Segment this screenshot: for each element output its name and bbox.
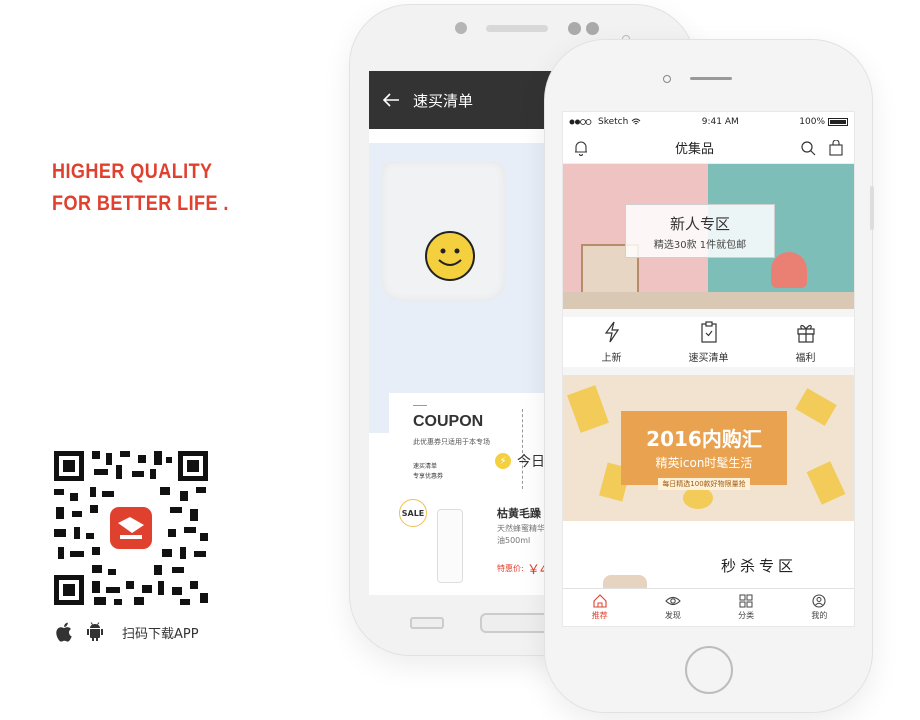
android-icon[interactable] xyxy=(86,622,104,642)
speaker-grille xyxy=(486,25,548,32)
grid-icon xyxy=(739,594,753,608)
back-phone-screen: 速买清单 COUPON 此优惠券只适用于本专场 速买清单 专享优惠券 ⚡ 今日特 xyxy=(369,71,559,595)
smiley-icon xyxy=(425,231,475,281)
signal-icon xyxy=(569,119,592,125)
wifi-icon xyxy=(631,118,641,125)
camera-dot xyxy=(663,75,671,83)
speaker-grille xyxy=(690,77,732,80)
sensor-dot xyxy=(586,22,599,35)
tab-label: 推荐 xyxy=(591,611,608,620)
product-desc: 天然蜂蜜精华 xyxy=(497,524,545,533)
tab-recommend[interactable]: 推荐 xyxy=(570,594,630,621)
shortcut-label: 速买清单 xyxy=(688,352,729,364)
battery-percent: 100% xyxy=(799,117,825,127)
promo-hero: COUPON 此优惠券只适用于本专场 速买清单 专享优惠券 xyxy=(369,143,559,503)
shortcut-label: 上新 xyxy=(601,352,622,364)
banner-title: 新人专区 xyxy=(669,215,730,233)
back-header: 速买清单 xyxy=(369,71,559,129)
shortcut-label: 福利 xyxy=(795,352,816,364)
front-phone-screen: Sketch 9:41 AM 100% 优集品 新人专区 精选30款 1件就包邮… xyxy=(562,111,855,627)
status-time: 9:41 AM xyxy=(701,117,739,127)
tab-mine[interactable]: 我的 xyxy=(789,594,849,621)
gift-icon xyxy=(796,324,815,343)
tab-label: 发现 xyxy=(664,611,681,620)
promo-title: 2016内购汇 xyxy=(646,427,762,451)
lightning-icon: ⚡ xyxy=(495,453,511,469)
promo-strip: 每日精选100款好物限量抢 xyxy=(658,478,750,490)
shortcut-new[interactable]: 上新 xyxy=(572,321,652,364)
product-name: 枯黄毛躁 xyxy=(497,507,541,520)
tab-label: 我的 xyxy=(811,611,828,620)
shortcut-quick-list[interactable]: 速买清单 xyxy=(669,320,749,364)
battery-icon xyxy=(828,118,848,126)
tagline-line1: HIGHER QUALITY xyxy=(52,160,213,183)
back-header-title: 速买清单 xyxy=(413,91,474,110)
front-phone: Sketch 9:41 AM 100% 优集品 新人专区 精选30款 1件就包邮… xyxy=(545,40,874,712)
tab-discover[interactable]: 发现 xyxy=(643,594,703,621)
flash-sale-section: 秒杀专区 xyxy=(563,529,854,591)
product-image xyxy=(437,509,463,583)
home-icon xyxy=(593,594,607,608)
apple-icon[interactable] xyxy=(56,622,74,642)
sensor-dot xyxy=(568,22,581,35)
app-title: 优集品 xyxy=(674,142,714,157)
search-icon[interactable] xyxy=(800,140,816,156)
banner-subtitle: 精选30款 1件就包邮 xyxy=(653,240,747,251)
shopping-bag-icon[interactable] xyxy=(828,139,844,156)
product-card[interactable]: SALE 枯黄毛躁 天然蜂蜜精华 油500ml 特惠价: ￥40 xyxy=(369,489,559,595)
download-row: 扫码下载APP xyxy=(56,621,199,643)
product-desc: 油500ml xyxy=(497,536,531,545)
clipboard-icon xyxy=(700,320,717,343)
tagline-line2: FOR BETTER LIFE . xyxy=(52,192,229,215)
shortcut-welfare[interactable]: 福利 xyxy=(766,321,846,364)
home-button[interactable] xyxy=(685,646,733,694)
power-button[interactable] xyxy=(870,186,874,230)
tab-label: 分类 xyxy=(738,611,755,620)
user-icon xyxy=(812,594,826,608)
coupon-title: COUPON xyxy=(413,413,484,430)
sale-badge: SALE xyxy=(399,499,427,527)
new-user-banner[interactable]: 新人专区 精选30款 1件就包邮 xyxy=(563,164,854,309)
qr-code xyxy=(50,447,212,609)
bell-icon[interactable] xyxy=(573,140,589,156)
promo-card: 2016内购汇 精英icon时髦生活 每日精选100款好物限量抢 xyxy=(621,411,787,490)
banner-card: 新人专区 精选30款 1件就包邮 xyxy=(625,204,775,258)
lightning-icon xyxy=(604,321,619,342)
home-button[interactable] xyxy=(480,613,550,633)
eye-icon xyxy=(665,596,681,606)
menu-button[interactable] xyxy=(410,617,444,629)
app-navbar: 优集品 xyxy=(563,132,854,164)
tagline: HIGHER QUALITY FOR BETTER LIFE . xyxy=(52,156,258,220)
flash-sale-title: 秒杀专区 xyxy=(721,557,798,575)
camera-dot xyxy=(455,22,467,34)
carrier-name: Sketch xyxy=(598,117,629,127)
price-label: 特惠价: xyxy=(497,564,524,573)
back-arrow-icon[interactable] xyxy=(383,93,399,107)
chair-image xyxy=(771,252,807,288)
shortcut-row: 上新 速买清单 福利 xyxy=(563,309,854,375)
promo-subtitle: 精英icon时髦生活 xyxy=(655,456,753,470)
tab-bar: 推荐 发现 分类 我的 xyxy=(563,588,854,626)
tab-category[interactable]: 分类 xyxy=(716,594,776,621)
today-special-header: ⚡ 今日特 xyxy=(369,443,559,479)
status-bar: Sketch 9:41 AM 100% xyxy=(563,112,854,132)
qr-code-icon xyxy=(50,447,212,609)
download-label: 扫码下载APP xyxy=(122,626,199,642)
promo-banner[interactable]: 2016内购汇 精英icon时髦生活 每日精选100款好物限量抢 xyxy=(563,375,854,521)
